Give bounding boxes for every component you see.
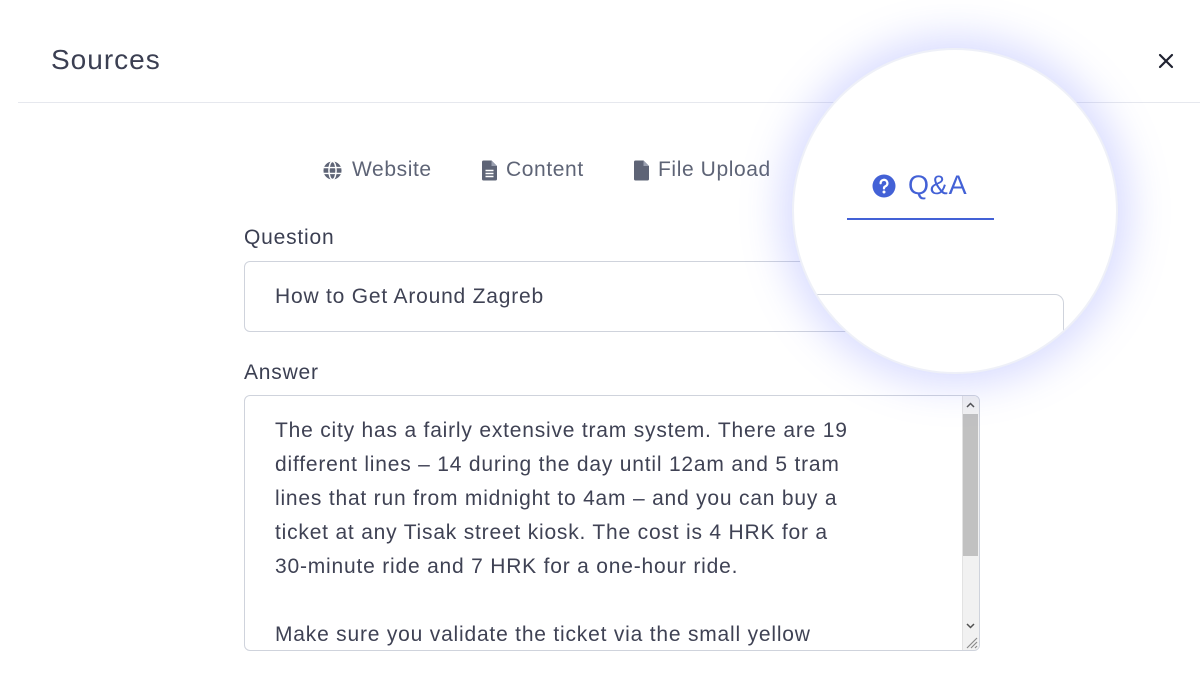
resize-grip-icon[interactable] bbox=[964, 635, 978, 649]
answer-textarea[interactable]: The city has a fairly extensive tram sys… bbox=[244, 395, 980, 651]
close-icon bbox=[1158, 53, 1174, 69]
chevron-up-icon bbox=[966, 401, 975, 408]
answer-text: The city has a fairly extensive tram sys… bbox=[275, 419, 848, 646]
active-tab-indicator bbox=[847, 218, 994, 220]
magnified-input-edge bbox=[804, 294, 1064, 372]
scroll-down-button[interactable] bbox=[962, 617, 979, 634]
scroll-thumb[interactable] bbox=[963, 414, 978, 556]
scroll-up-button[interactable] bbox=[962, 396, 979, 413]
tab-file-upload[interactable]: File Upload bbox=[634, 156, 771, 184]
tab-website[interactable]: Website bbox=[322, 156, 432, 184]
close-button[interactable] bbox=[1151, 46, 1181, 76]
tab-file-upload-label: File Upload bbox=[658, 158, 771, 181]
modal-title: Sources bbox=[51, 44, 161, 75]
chevron-down-icon bbox=[966, 622, 975, 629]
tab-qa[interactable]: Q&A bbox=[872, 170, 967, 201]
answer-label: Answer bbox=[244, 361, 319, 384]
question-label: Question bbox=[244, 226, 335, 249]
magnifier-callout: Q&A bbox=[792, 48, 1118, 374]
tab-website-label: Website bbox=[352, 158, 432, 181]
tab-content[interactable]: Content bbox=[482, 156, 584, 184]
answer-scrollbar[interactable] bbox=[962, 396, 979, 650]
file-icon bbox=[634, 160, 649, 180]
globe-icon bbox=[323, 160, 342, 180]
document-icon bbox=[482, 160, 497, 180]
tab-qa-label: Q&A bbox=[908, 170, 968, 200]
question-circle-icon bbox=[872, 174, 896, 197]
tab-content-label: Content bbox=[506, 158, 584, 181]
